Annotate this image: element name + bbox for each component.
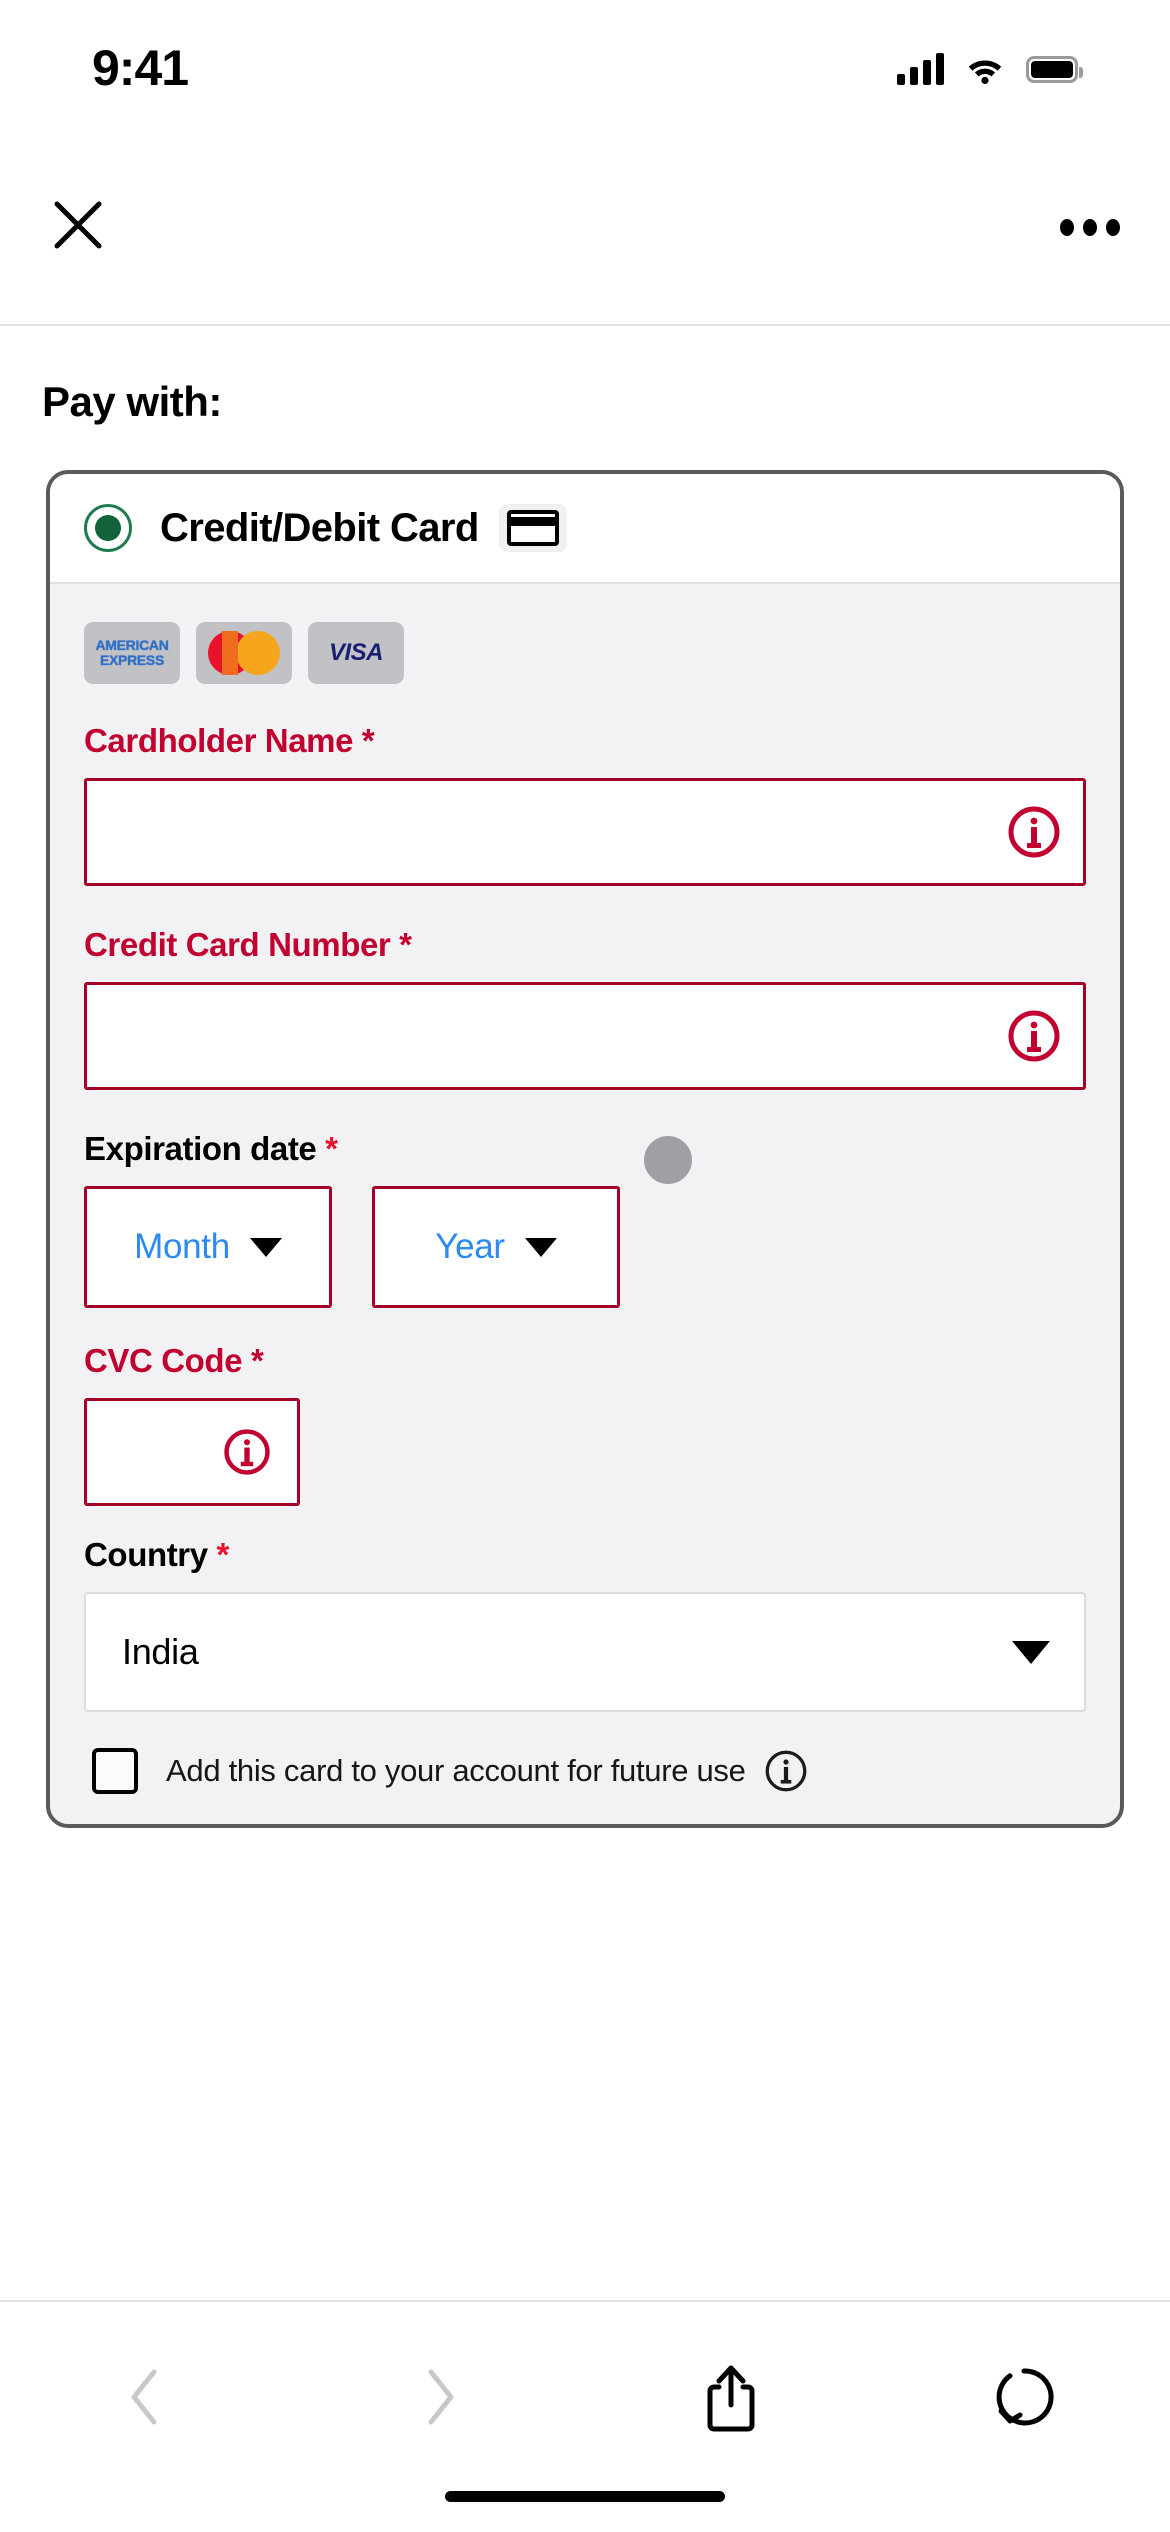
radio-credit-debit-card[interactable] <box>84 504 132 552</box>
country-select[interactable]: India <box>84 1592 1086 1712</box>
expiration-year-value: Year <box>435 1227 505 1266</box>
close-icon <box>51 198 105 257</box>
payment-method-card: Credit/Debit Card AMERICAN EXPRESS VISA … <box>46 470 1124 1828</box>
required-asterisk: * <box>361 722 375 759</box>
country-label: Country * <box>84 1536 229 1573</box>
share-icon <box>703 2361 759 2438</box>
reload-button[interactable] <box>964 2344 1084 2454</box>
payment-method-label: Credit/Debit Card <box>160 505 479 550</box>
more-options-button[interactable] <box>1050 187 1130 267</box>
cardholder-name-input-wrap[interactable] <box>84 778 1086 886</box>
forward-button[interactable] <box>379 2344 499 2454</box>
expiration-month-value: Month <box>134 1227 230 1266</box>
required-asterisk: * <box>250 1342 264 1379</box>
close-button[interactable] <box>38 187 118 267</box>
payment-method-option-credit-debit-card[interactable]: Credit/Debit Card <box>50 474 1120 584</box>
expiration-date-label: Expiration date * <box>84 1130 338 1167</box>
cvc-code-label: CVC Code * <box>84 1342 264 1379</box>
status-icons <box>897 45 1083 85</box>
expiration-selects: Month Year <box>84 1186 1086 1308</box>
required-asterisk: * <box>399 926 412 963</box>
more-options-icon <box>1060 218 1120 236</box>
visa-logo-icon: VISA <box>308 622 404 684</box>
cvc-code-field: CVC Code * <box>84 1342 1086 1506</box>
expiration-date-field: Expiration date * Month Year <box>84 1130 1086 1308</box>
info-icon[interactable] <box>1007 805 1061 859</box>
cardholder-name-input[interactable] <box>87 781 1083 883</box>
expiration-year-select[interactable]: Year <box>372 1186 620 1308</box>
home-indicator <box>445 2491 725 2502</box>
credit-card-number-field: Credit Card Number * <box>84 926 1086 1090</box>
back-button[interactable] <box>86 2344 206 2454</box>
required-asterisk: * <box>325 1130 338 1167</box>
status-bar: 9:41 <box>0 0 1170 130</box>
status-time: 9:41 <box>92 40 189 96</box>
cardholder-name-field: Cardholder Name * <box>84 722 1086 886</box>
amex-logo-icon: AMERICAN EXPRESS <box>84 622 180 684</box>
page-content: Pay with: Credit/Debit Card AMERICAN EXP… <box>0 326 1170 1828</box>
credit-card-number-label: Credit Card Number * <box>84 926 412 963</box>
credit-card-icon <box>498 504 567 552</box>
visa-wordmark: VISA <box>328 639 384 666</box>
payment-form: AMERICAN EXPRESS VISA Cardholder Name * <box>50 584 1120 1824</box>
expiration-month-select[interactable]: Month <box>84 1186 332 1308</box>
accepted-card-brands: AMERICAN EXPRESS VISA <box>84 622 1086 684</box>
credit-card-number-input-wrap[interactable] <box>84 982 1086 1090</box>
save-card-label: Add this card to your account for future… <box>166 1753 746 1788</box>
cvc-code-input-wrap[interactable] <box>84 1398 300 1506</box>
page-title: Pay with: <box>42 378 222 425</box>
info-icon[interactable] <box>764 1749 808 1793</box>
cellular-bars-icon <box>897 53 944 85</box>
amex-line1: AMERICAN <box>95 637 169 653</box>
mastercard-logo-icon <box>196 622 292 684</box>
reload-icon <box>994 2365 1054 2434</box>
required-asterisk: * <box>216 1536 229 1573</box>
share-button[interactable] <box>671 2344 791 2454</box>
browser-toolbar <box>0 2300 1170 2532</box>
amex-line2: EXPRESS <box>99 652 165 668</box>
save-card-row[interactable]: Add this card to your account for future… <box>84 1748 1086 1794</box>
battery-icon <box>1026 55 1083 83</box>
chevron-right-icon <box>418 2366 460 2433</box>
country-value: India <box>122 1631 199 1672</box>
credit-card-number-input[interactable] <box>87 985 1083 1087</box>
info-icon[interactable] <box>223 1428 271 1476</box>
chevron-down-icon <box>1012 1640 1050 1664</box>
chevron-down-icon <box>524 1237 557 1257</box>
browser-nav-bar <box>0 130 1170 326</box>
cardholder-name-label: Cardholder Name * <box>84 722 375 759</box>
info-icon[interactable] <box>1007 1009 1061 1063</box>
wifi-icon <box>966 54 1004 84</box>
save-card-checkbox[interactable] <box>92 1748 138 1794</box>
country-field: Country * India <box>84 1536 1086 1712</box>
chevron-left-icon <box>125 2366 167 2433</box>
chevron-down-icon <box>249 1237 282 1257</box>
